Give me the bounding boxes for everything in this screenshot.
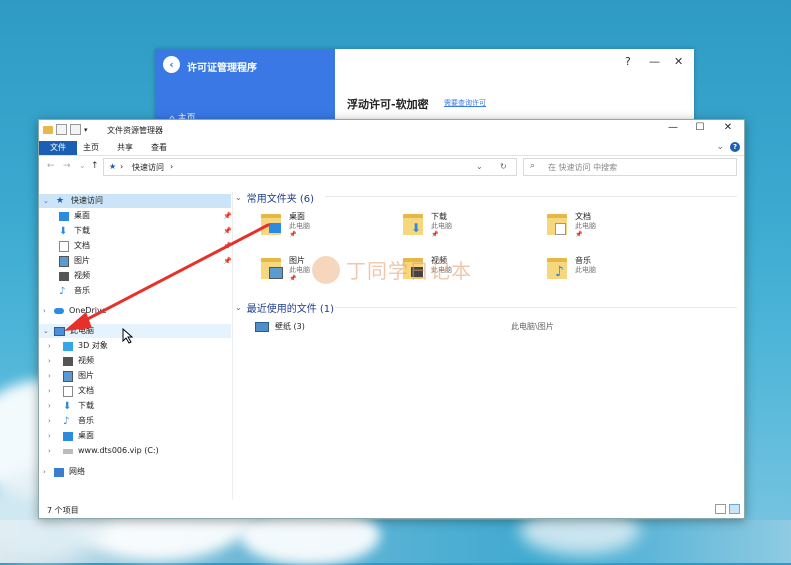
annotation-arrow	[64, 223, 270, 331]
mouse-cursor-icon	[122, 328, 134, 344]
